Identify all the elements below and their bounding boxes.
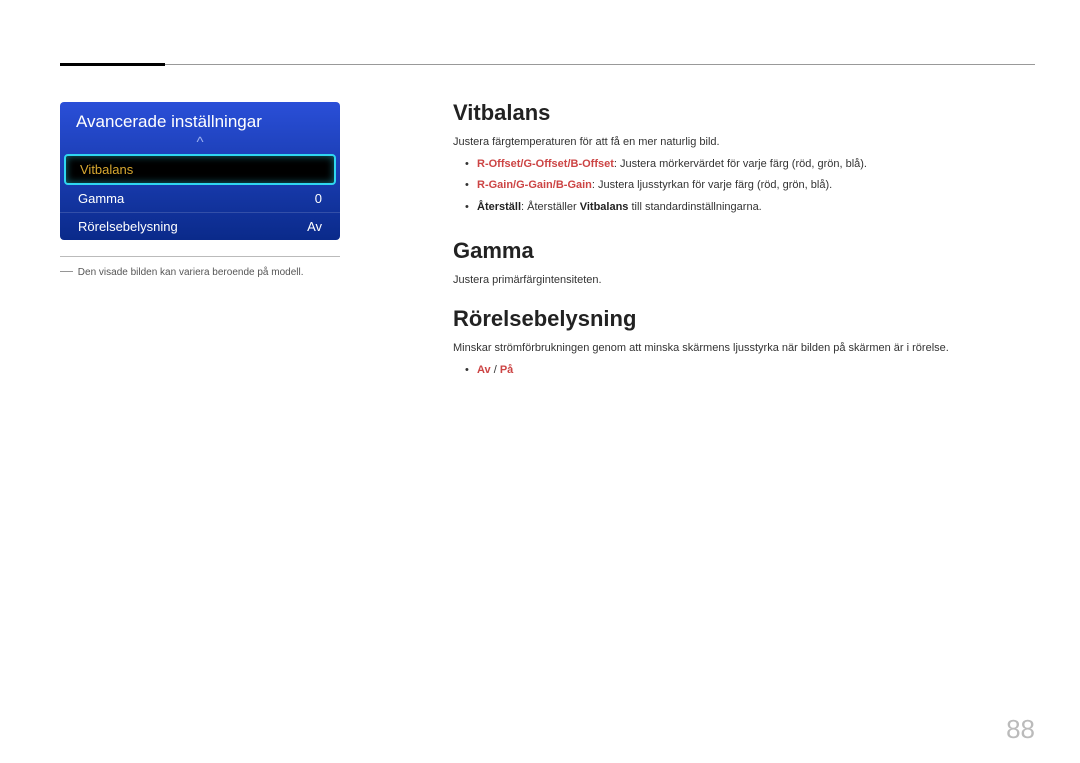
- panel-note: ― Den visade bilden kan variera beroende…: [60, 263, 340, 278]
- list-item: Återställ: Återställer Vitbalans till st…: [453, 197, 1035, 218]
- option-av: Av: [477, 364, 491, 376]
- rest-text: : Justera mörkervärdet för varje färg (r…: [614, 158, 867, 170]
- content-area: Vitbalans Justera färgtemperaturen för a…: [453, 100, 1035, 402]
- option-sep: /: [491, 364, 500, 376]
- desc-gamma: Justera primärfärgintensiteten.: [453, 274, 1035, 286]
- bold-term: R-Offset/G-Offset/B-Offset: [477, 158, 614, 170]
- menu-item-value: 0: [315, 191, 322, 206]
- heading-gamma: Gamma: [453, 238, 1035, 264]
- desc-rorelsebelysning: Minskar strömförbrukningen genom att min…: [453, 342, 1035, 354]
- bullet-list-rorelse: Av / På: [453, 360, 1035, 381]
- bullet-list-vitbalans: R-Offset/G-Offset/B-Offset: Justera mörk…: [453, 154, 1035, 218]
- settings-menu: Avancerade inställningar ^ Vitbalans Gam…: [60, 102, 340, 240]
- note-dash: ―: [60, 263, 73, 278]
- list-item: R-Gain/G-Gain/B-Gain: Justera ljusstyrka…: [453, 175, 1035, 196]
- page-number: 88: [1006, 714, 1035, 745]
- menu-item-rorelsebelysning[interactable]: Rörelsebelysning Av: [60, 213, 340, 240]
- bold-term: R-Gain/G-Gain/B-Gain: [477, 179, 592, 191]
- panel-divider: [60, 256, 340, 257]
- option-pa: På: [500, 364, 513, 376]
- bold-term: Återställ: [477, 201, 521, 213]
- header-rule: [60, 64, 1035, 65]
- note-text: Den visade bilden kan variera beroende p…: [78, 267, 304, 278]
- menu-item-value: Av: [307, 219, 322, 234]
- menu-title: Avancerade inställningar: [60, 102, 340, 136]
- heading-rorelsebelysning: Rörelsebelysning: [453, 306, 1035, 332]
- menu-item-gamma[interactable]: Gamma 0: [60, 185, 340, 213]
- menu-item-label: Rörelsebelysning: [78, 219, 178, 234]
- heading-vitbalans: Vitbalans: [453, 100, 1035, 126]
- chevron-up-icon[interactable]: ^: [60, 136, 340, 154]
- bold-term: Vitbalans: [580, 201, 629, 213]
- left-panel: Avancerade inställningar ^ Vitbalans Gam…: [60, 102, 340, 278]
- list-item: Av / På: [453, 360, 1035, 381]
- menu-item-vitbalans[interactable]: Vitbalans: [64, 154, 336, 185]
- mid-text: : Återställer: [521, 201, 580, 213]
- menu-item-label: Vitbalans: [80, 162, 133, 177]
- rest-text: : Justera ljusstyrkan för varje färg (rö…: [592, 179, 832, 191]
- end-text: till standardinställningarna.: [628, 201, 761, 213]
- list-item: R-Offset/G-Offset/B-Offset: Justera mörk…: [453, 154, 1035, 175]
- desc-vitbalans: Justera färgtemperaturen för att få en m…: [453, 136, 1035, 148]
- header-rule-bold: [60, 63, 165, 66]
- menu-item-label: Gamma: [78, 191, 124, 206]
